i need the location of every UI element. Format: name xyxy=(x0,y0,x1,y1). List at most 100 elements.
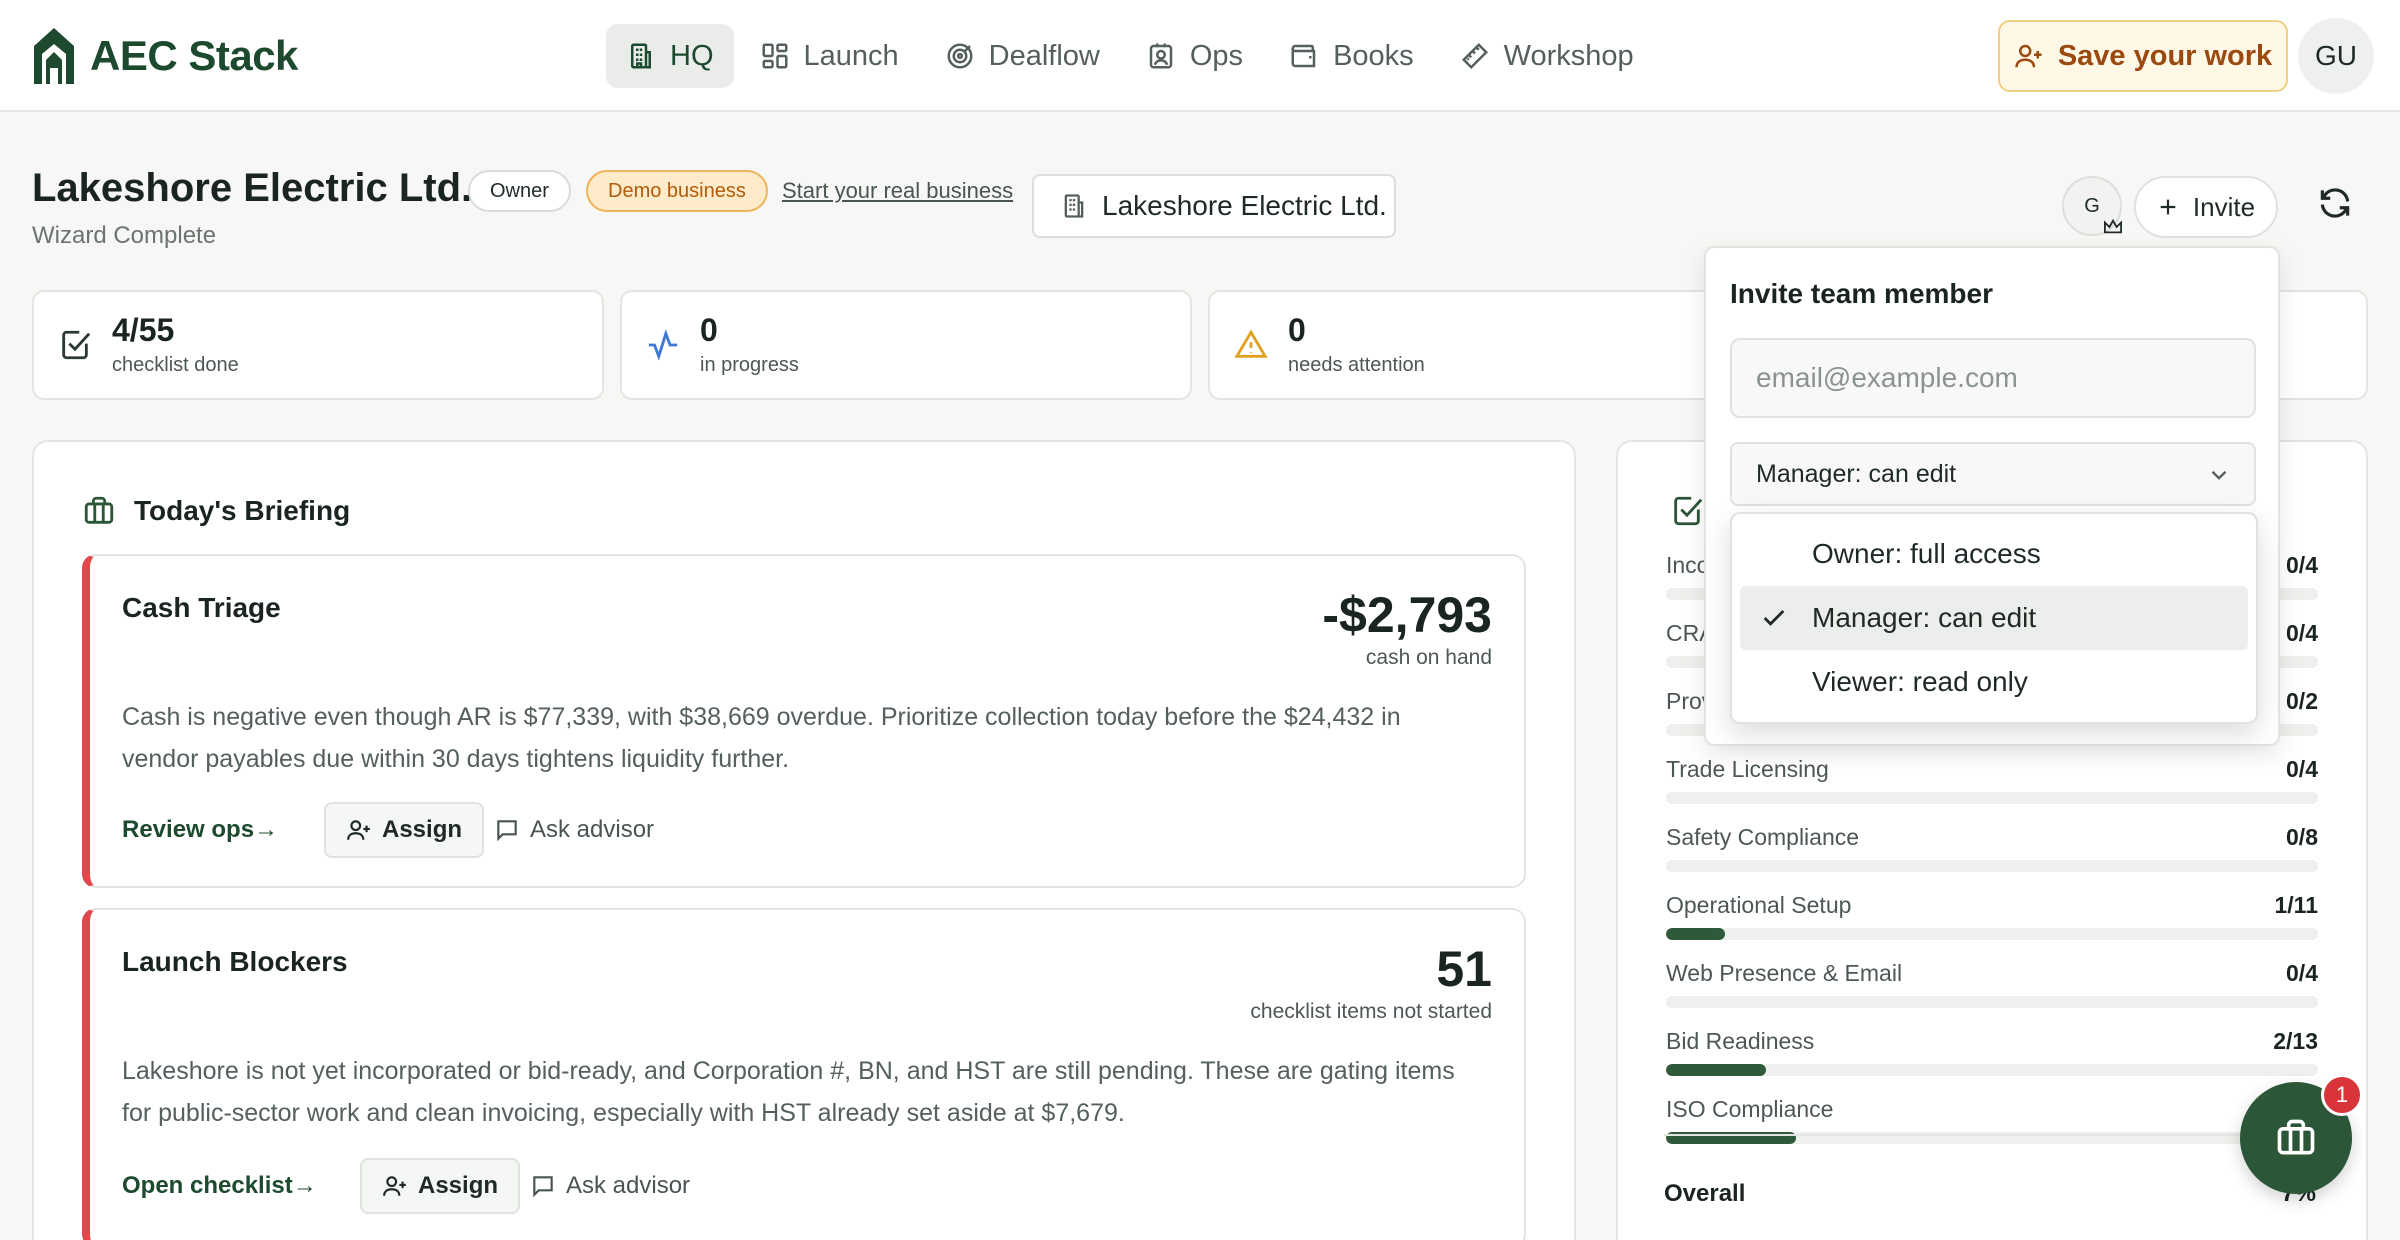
category-count: 0/2 xyxy=(2286,688,2318,714)
ask-advisor-button[interactable]: Ask advisor xyxy=(494,802,654,858)
progress-track xyxy=(1666,996,2318,1008)
warning-icon xyxy=(1234,329,1268,358)
category-label: Safety Compliance xyxy=(1666,824,1860,850)
invite-button-label: Invite xyxy=(2192,191,2256,222)
ruler-icon xyxy=(1461,42,1488,70)
nav-workshop-label: Workshop xyxy=(1503,39,1634,72)
progress-track xyxy=(1666,860,2318,872)
card-value: 51 xyxy=(1436,941,1492,997)
invite-button[interactable]: Invite xyxy=(2134,176,2278,238)
assign-label: Assign xyxy=(418,1172,499,1199)
card-description: Lakeshore is not yet incorporated or bid… xyxy=(122,1057,1455,1127)
progress-track xyxy=(1666,928,2318,940)
business-name: Lakeshore Electric Ltd. xyxy=(32,166,473,210)
ask-advisor-button[interactable]: Ask advisor xyxy=(530,1158,690,1214)
progress-track xyxy=(1666,1064,2318,1076)
app-logo[interactable]: AEC Stack xyxy=(30,24,298,88)
progress-fill xyxy=(1666,928,1726,940)
role-option-manager[interactable]: Manager: can edit xyxy=(1740,586,2248,650)
nav-launch[interactable]: Launch xyxy=(740,24,919,88)
nav-launch-label: Launch xyxy=(803,39,899,72)
assign-button[interactable]: Assign xyxy=(360,1158,521,1214)
stat-label: in progress xyxy=(700,354,799,376)
building-icon xyxy=(1064,194,1084,218)
check-square-icon xyxy=(1674,496,1703,526)
briefing-title: Today's Briefing xyxy=(134,495,351,526)
role-option-viewer[interactable]: Viewer: read only xyxy=(1740,650,2248,714)
assign-label: Assign xyxy=(382,816,463,843)
nav-books[interactable]: Books xyxy=(1269,24,1434,88)
wallet-icon xyxy=(1291,44,1316,68)
role-select[interactable]: Manager: can edit xyxy=(1730,442,2256,506)
card-title: Launch Blockers xyxy=(122,946,348,977)
user-plus-icon xyxy=(347,820,370,840)
stat-checklist-done: 4/55 checklist done xyxy=(32,290,604,400)
open-checklist-link[interactable]: Open checklist→ xyxy=(110,1158,329,1214)
category-count: 0/4 xyxy=(2286,620,2318,646)
nav-dealflow[interactable]: Dealflow xyxy=(925,24,1120,88)
briefing-card-cash-triage: Cash Triage -$2,793 cash on hand Cash is… xyxy=(82,554,1526,888)
divider xyxy=(1664,1134,2316,1136)
id-badge-icon xyxy=(1149,43,1173,69)
check-square-icon xyxy=(62,330,91,360)
stat-value: 4/55 xyxy=(112,312,175,348)
user-avatar[interactable]: GU xyxy=(2298,18,2374,94)
option-label: Owner: full access xyxy=(1812,538,2041,569)
progress-track xyxy=(1666,792,2318,804)
category-label: Web Presence & Email xyxy=(1666,960,1903,986)
popover-title: Invite team member xyxy=(1730,278,1993,309)
demo-badge: Demo business xyxy=(586,170,768,212)
category-count: 1/11 xyxy=(2274,892,2319,918)
start-real-business-link[interactable]: Start your real business xyxy=(782,178,1013,204)
save-your-work-button[interactable]: Save your work xyxy=(1998,20,2288,92)
todays-briefing-panel: Today's Briefing Cash Triage -$2,793 cas… xyxy=(32,440,1576,1240)
card-caption: checklist items not started xyxy=(1250,1000,1492,1023)
stat-in-progress: 0 in progress xyxy=(620,290,1192,400)
briefing-card-launch-blockers: Launch Blockers 51 checklist items not s… xyxy=(82,908,1526,1240)
stat-label: checklist done xyxy=(112,354,239,376)
stat-value: 0 xyxy=(1288,312,1306,348)
user-plus-icon xyxy=(2015,44,2042,68)
assign-button[interactable]: Assign xyxy=(324,802,485,858)
role-badge: Owner xyxy=(468,170,571,212)
briefcase-icon xyxy=(2277,1119,2315,1155)
building-icon xyxy=(631,43,651,69)
category-label: ISO Compliance xyxy=(1666,1096,1834,1122)
message-icon xyxy=(497,820,517,842)
business-status: Wizard Complete xyxy=(32,222,217,249)
nav-hq-label: HQ xyxy=(670,39,714,72)
category-label: Bid Readiness xyxy=(1666,1028,1815,1054)
category-count: 0/4 xyxy=(2286,960,2318,986)
card-caption: cash on hand xyxy=(1365,646,1492,669)
app-name: AEC Stack xyxy=(90,32,298,79)
ask-advisor-label: Ask advisor xyxy=(530,816,655,843)
category-count: 0/4 xyxy=(2286,756,2318,782)
nav-ops[interactable]: Ops xyxy=(1126,24,1263,88)
stat-value: 0 xyxy=(700,312,718,348)
plus-icon xyxy=(2160,199,2176,215)
briefcase-icon xyxy=(84,496,114,524)
nav-workshop[interactable]: Workshop xyxy=(1440,24,1654,88)
nav-ops-label: Ops xyxy=(1189,39,1244,72)
nav-hq[interactable]: HQ xyxy=(606,24,734,88)
email-input[interactable] xyxy=(1730,338,2256,418)
main-nav: HQ Launch Dealflow Ops Books Workshop xyxy=(606,24,1654,88)
option-label: Viewer: read only xyxy=(1812,666,2028,697)
role-dropdown-menu: Owner: full access Manager: can edit Vie… xyxy=(1730,512,2258,724)
message-icon xyxy=(533,1176,553,1198)
refresh-icon[interactable] xyxy=(2316,184,2354,222)
category-count: 0/8 xyxy=(2286,824,2318,850)
business-selector[interactable]: Lakeshore Electric Ltd. xyxy=(1032,174,1396,238)
review-ops-link[interactable]: Review ops→ xyxy=(110,802,290,858)
crown-icon xyxy=(2104,218,2122,234)
target-icon xyxy=(947,43,973,69)
role-option-owner[interactable]: Owner: full access xyxy=(1740,522,2248,586)
top-bar: AEC Stack HQ Launch Dealflow Ops Books W… xyxy=(0,0,2400,112)
ask-advisor-label: Ask advisor xyxy=(566,1172,691,1199)
business-selector-label: Lakeshore Electric Ltd. xyxy=(1102,190,1387,221)
card-value: -$2,793 xyxy=(1322,587,1492,643)
category-label: Trade Licensing xyxy=(1666,756,1829,782)
overall-label: Overall xyxy=(1664,1180,1746,1207)
card-title: Cash Triage xyxy=(122,592,281,623)
activity-icon xyxy=(648,329,678,361)
